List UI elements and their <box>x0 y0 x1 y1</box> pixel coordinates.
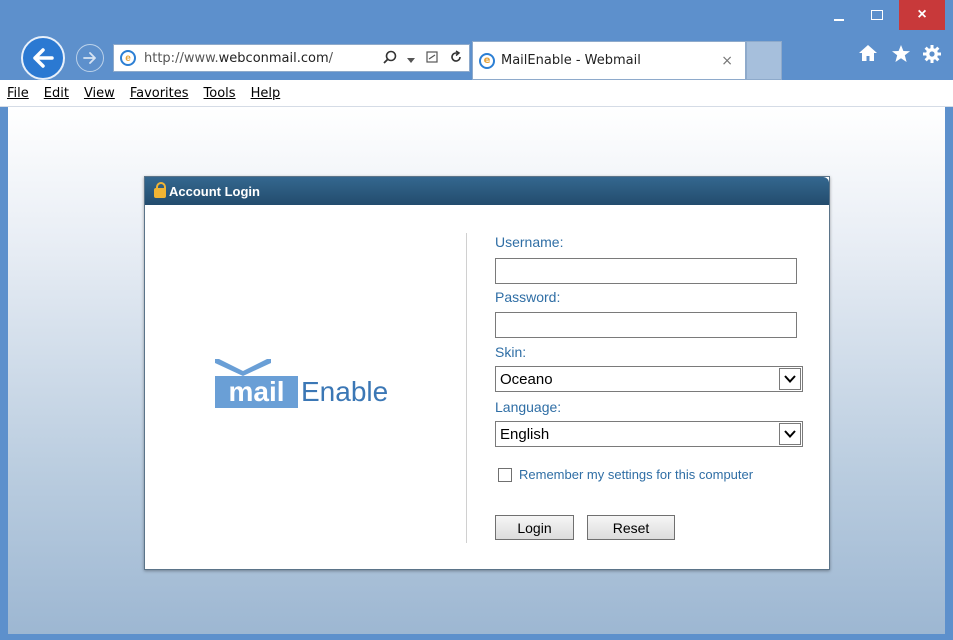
address-url: http://www.webconmail.com/ <box>144 50 334 66</box>
skin-select[interactable]: Oceano <box>495 366 803 392</box>
maximize-button[interactable] <box>855 0 899 30</box>
menu-bar: File Edit View Favorites Tools Help <box>0 80 953 107</box>
minimize-button[interactable] <box>824 0 854 30</box>
address-bar[interactable]: e http://www.webconmail.com/ <box>113 44 470 72</box>
tab-close-icon[interactable]: × <box>721 53 733 69</box>
chevron-down-icon[interactable] <box>779 368 801 390</box>
chevron-down-icon[interactable] <box>779 423 801 445</box>
menu-item-favorites[interactable]: Favorites <box>130 86 189 101</box>
skin-label: Skin: <box>495 344 527 360</box>
logo-mail-text: mail <box>215 376 298 408</box>
login-panel-title: Account Login <box>169 183 260 199</box>
menu-item-tools[interactable]: Tools <box>204 86 236 101</box>
minimize-icon <box>834 19 844 21</box>
reset-button[interactable]: Reset <box>587 515 675 540</box>
close-button[interactable]: × <box>899 0 945 30</box>
language-select[interactable]: English <box>495 421 803 447</box>
username-label: Username: <box>495 234 564 250</box>
login-button[interactable]: Login <box>495 515 574 540</box>
menu-item-help[interactable]: Help <box>251 86 281 101</box>
envelope-icon <box>215 359 271 376</box>
refresh-icon <box>451 49 461 62</box>
search-icon <box>383 50 397 64</box>
ie-icon: e <box>120 50 136 66</box>
ie-tab-icon: e <box>479 52 495 69</box>
arrow-right-icon <box>83 52 96 64</box>
tab-active[interactable]: e MailEnable - Webmail × <box>472 41 746 80</box>
favorites-star-icon[interactable] <box>891 44 911 69</box>
gear-icon[interactable] <box>922 44 942 70</box>
vertical-divider <box>466 233 467 543</box>
mailenable-logo: mail Enable <box>215 359 388 408</box>
menu-item-view[interactable]: View <box>84 86 115 101</box>
maximize-icon <box>871 10 883 20</box>
language-label: Language: <box>495 399 562 415</box>
remember-settings[interactable]: Remember my settings for this computer <box>498 467 753 482</box>
home-icon[interactable] <box>858 44 878 68</box>
remember-checkbox[interactable] <box>498 467 512 482</box>
skin-selected-value: Oceano <box>500 370 553 388</box>
password-input[interactable] <box>495 312 797 338</box>
login-panel: Account Login mail Enable Username: Pass… <box>144 176 830 570</box>
back-button[interactable] <box>21 36 65 80</box>
language-selected-value: English <box>500 425 550 443</box>
lock-icon <box>154 182 166 198</box>
browser-window: × e http://www.webconmail.com/ e MailEna… <box>0 0 953 640</box>
menu-item-edit[interactable]: Edit <box>44 86 69 101</box>
password-label: Password: <box>495 289 561 305</box>
address-tools[interactable] <box>383 49 463 67</box>
username-input[interactable] <box>495 258 797 284</box>
compat-view-icon <box>426 50 438 63</box>
logo-enable-text: Enable <box>301 376 389 407</box>
tab-title: MailEnable - Webmail <box>501 53 641 68</box>
forward-button[interactable] <box>76 44 104 72</box>
login-panel-header: Account Login <box>145 177 829 205</box>
new-tab-button[interactable] <box>746 41 782 80</box>
arrow-left-icon <box>33 48 54 68</box>
menu-item-file[interactable]: File <box>7 86 29 101</box>
remember-label: Remember my settings for this computer <box>519 467 754 482</box>
dropdown-icon <box>407 57 416 63</box>
